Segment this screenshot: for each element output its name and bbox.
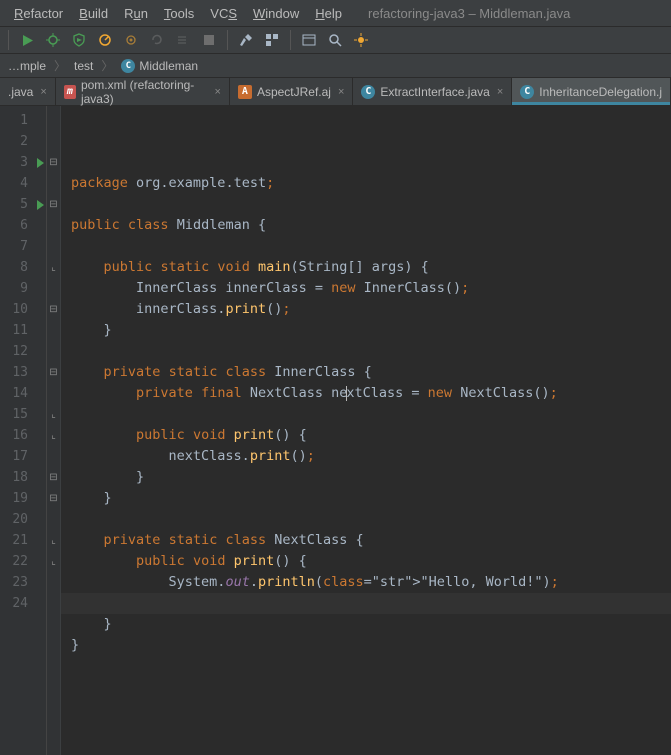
step-icon[interactable] (171, 28, 195, 52)
code-line[interactable]: package org.example.test; (71, 173, 671, 194)
menu-tools[interactable]: Tools (156, 4, 202, 23)
menu-window[interactable]: Window (245, 4, 307, 23)
code-line[interactable]: private static class InnerClass { (71, 362, 671, 383)
breadcrumb: …mple 〉 test 〉 C Middleman (0, 54, 671, 78)
current-line-highlight (61, 593, 671, 614)
code-line[interactable]: private final NextClass nextClass = new … (71, 383, 671, 404)
crumb-folder[interactable]: test (70, 58, 97, 74)
chevron-right-icon: 〉 (54, 57, 66, 74)
tab-extract[interactable]: C ExtractInterface.java× (353, 78, 512, 105)
code-line[interactable] (71, 656, 671, 677)
fold-column[interactable]: ⊟⊟⌞⊟⊟⌞⌞⊟⊟⌞⌞ (47, 106, 61, 755)
code-area[interactable]: package org.example.test; public class M… (61, 106, 671, 755)
code-line[interactable] (71, 236, 671, 257)
code-line[interactable] (71, 194, 671, 215)
maven-icon: m (64, 85, 76, 99)
aspectj-icon: A (238, 85, 252, 99)
code-line[interactable]: public void print() { (71, 551, 671, 572)
menu-run[interactable]: Run (116, 4, 156, 23)
structure-icon[interactable] (260, 28, 284, 52)
close-icon[interactable]: × (338, 86, 344, 98)
code-line[interactable]: InnerClass innerClass = new InnerClass()… (71, 278, 671, 299)
tab-java[interactable]: .java× (0, 78, 56, 105)
tab-pom[interactable]: m pom.xml (refactoring-java3)× (56, 78, 230, 105)
code-line[interactable]: System.out.println(class="str">"Hello, W… (71, 572, 671, 593)
editor-tabs: .java× m pom.xml (refactoring-java3)× A … (0, 78, 671, 106)
gutter[interactable]: 123456789101112131415161718192021222324 (0, 106, 47, 755)
menu-refactor[interactable]: Refactor (6, 4, 71, 23)
code-line[interactable]: private static class NextClass { (71, 530, 671, 551)
code-line[interactable]: } (71, 635, 671, 656)
crumb-package[interactable]: …mple (4, 58, 50, 74)
coverage-icon[interactable] (67, 28, 91, 52)
chevron-right-icon: 〉 (101, 57, 113, 74)
menu-help[interactable]: Help (307, 4, 350, 23)
debug-icon[interactable] (41, 28, 65, 52)
code-line[interactable]: public class Middleman { (71, 215, 671, 236)
code-line[interactable]: } (71, 614, 671, 635)
code-line[interactable]: public void print() { (71, 425, 671, 446)
code-line[interactable] (71, 509, 671, 530)
sync-icon[interactable] (349, 28, 373, 52)
tab-aspectj[interactable]: A AspectJRef.aj× (230, 78, 353, 105)
code-line[interactable]: innerClass.print(); (71, 299, 671, 320)
menu-bar: Refactor Build Run Tools VCS Window Help… (0, 0, 671, 26)
close-icon[interactable]: × (215, 86, 221, 98)
window-title: refactoring-java3 – Middleman.java (368, 6, 570, 21)
stop-icon[interactable] (197, 28, 221, 52)
code-line[interactable]: } (71, 320, 671, 341)
code-line[interactable]: public static void main(String[] args) { (71, 257, 671, 278)
editor: 123456789101112131415161718192021222324 … (0, 106, 671, 755)
layout-icon[interactable] (297, 28, 321, 52)
run-icon[interactable] (15, 28, 39, 52)
toolbar (0, 26, 671, 54)
class-icon: C (520, 85, 534, 99)
crumb-class[interactable]: C Middleman (117, 58, 202, 74)
code-line[interactable] (71, 404, 671, 425)
code-line[interactable]: } (71, 488, 671, 509)
class-icon: C (361, 85, 375, 99)
build-icon[interactable] (234, 28, 258, 52)
profile-icon[interactable] (93, 28, 117, 52)
menu-vcs[interactable]: VCS (202, 4, 245, 23)
menu-build[interactable]: Build (71, 4, 116, 23)
search-icon[interactable] (323, 28, 347, 52)
reload-icon[interactable] (145, 28, 169, 52)
code-line[interactable]: } (71, 467, 671, 488)
class-icon: C (121, 59, 135, 73)
code-line[interactable] (71, 341, 671, 362)
close-icon[interactable]: × (497, 86, 503, 98)
close-icon[interactable]: × (40, 86, 46, 98)
tab-inheritance[interactable]: C InheritanceDelegation.j (512, 78, 671, 105)
code-line[interactable]: nextClass.print(); (71, 446, 671, 467)
attach-icon[interactable] (119, 28, 143, 52)
